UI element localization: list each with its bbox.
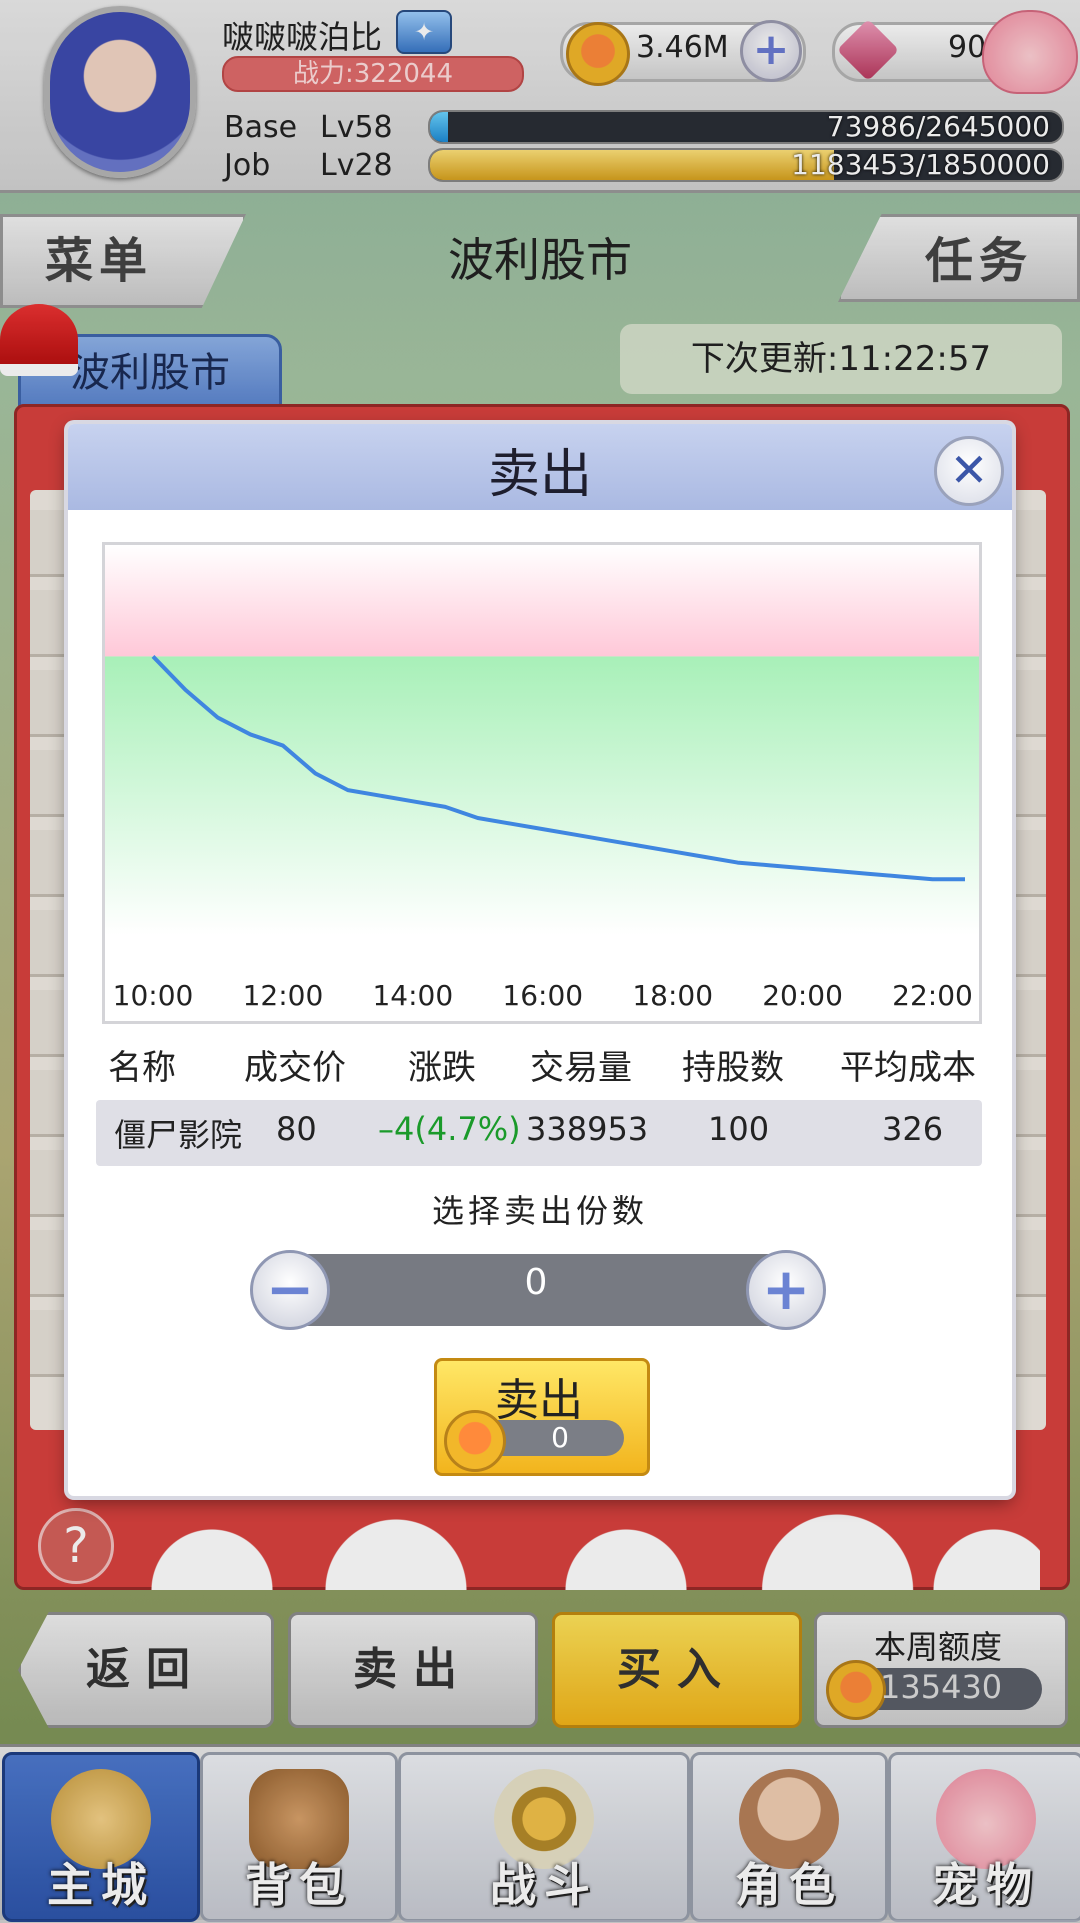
sell-dialog-title: 卖出 (487, 445, 592, 505)
column-header-change: 涨跌 (408, 1048, 476, 1088)
column-header-holdings: 持股数 (682, 1048, 784, 1088)
column-header-avg-cost: 平均成本 (840, 1048, 976, 1088)
stock-volume: 338953 (526, 1110, 649, 1148)
stock-change: –4(4.7%) (378, 1110, 521, 1148)
x-tick-labels: 10:00 12:00 14:00 16:00 18:00 20:00 22:00 (113, 979, 973, 1012)
stock-avg-cost: 326 (882, 1110, 944, 1148)
quantity-value[interactable]: 0 (286, 1262, 786, 1303)
decrease-quantity-button[interactable]: − (250, 1250, 330, 1330)
price-chart: 10:00 12:00 14:00 16:00 18:00 20:00 22:00 (102, 542, 982, 1024)
column-header-price: 成交价 (244, 1048, 346, 1088)
x-tick-label: 16:00 (502, 979, 583, 1012)
column-header-volume: 交易量 (530, 1048, 632, 1088)
quantity-label: 选择卖出份数 (431, 1192, 648, 1230)
stock-holdings: 100 (708, 1110, 770, 1148)
price-chart-svg: 10:00 12:00 14:00 16:00 18:00 20:00 22:00 (105, 545, 979, 1012)
x-tick-label: 22:00 (892, 979, 973, 1012)
stock-name: 僵尸影院 (114, 1116, 243, 1154)
x-tick-label: 20:00 (762, 979, 843, 1012)
stock-price: 80 (276, 1110, 317, 1148)
x-tick-label: 18:00 (632, 979, 713, 1012)
close-button[interactable]: ✕ (934, 436, 1004, 506)
confirm-sell-amount: 0 (551, 1421, 569, 1454)
above-reference-band (105, 545, 979, 657)
increase-quantity-button[interactable]: + (746, 1250, 826, 1330)
x-tick-label: 10:00 (113, 979, 194, 1012)
column-header-name: 名称 (108, 1048, 176, 1088)
x-tick-label: 12:00 (243, 979, 324, 1012)
x-tick-label: 14:00 (372, 979, 453, 1012)
below-reference-band (105, 656, 979, 935)
